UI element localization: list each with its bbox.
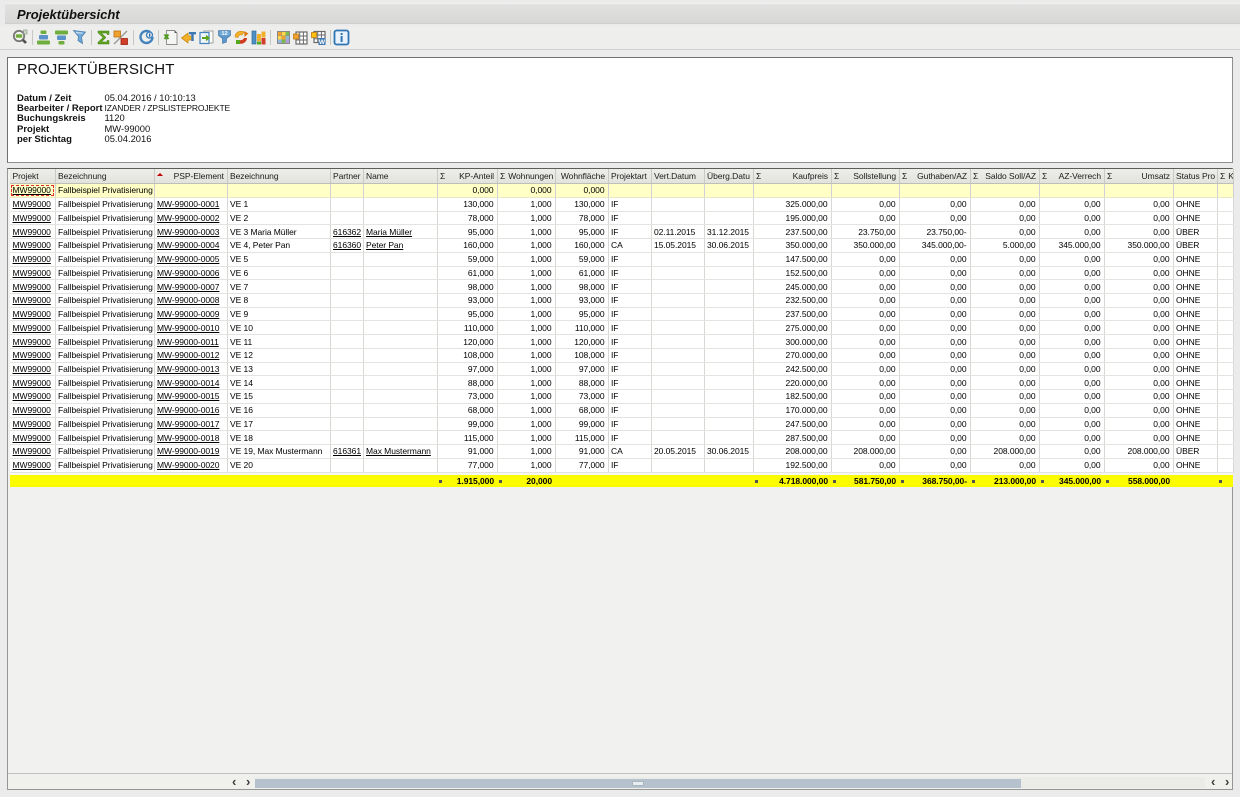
svg-text:12: 12 (221, 31, 227, 37)
svg-text:W: W (319, 39, 326, 46)
